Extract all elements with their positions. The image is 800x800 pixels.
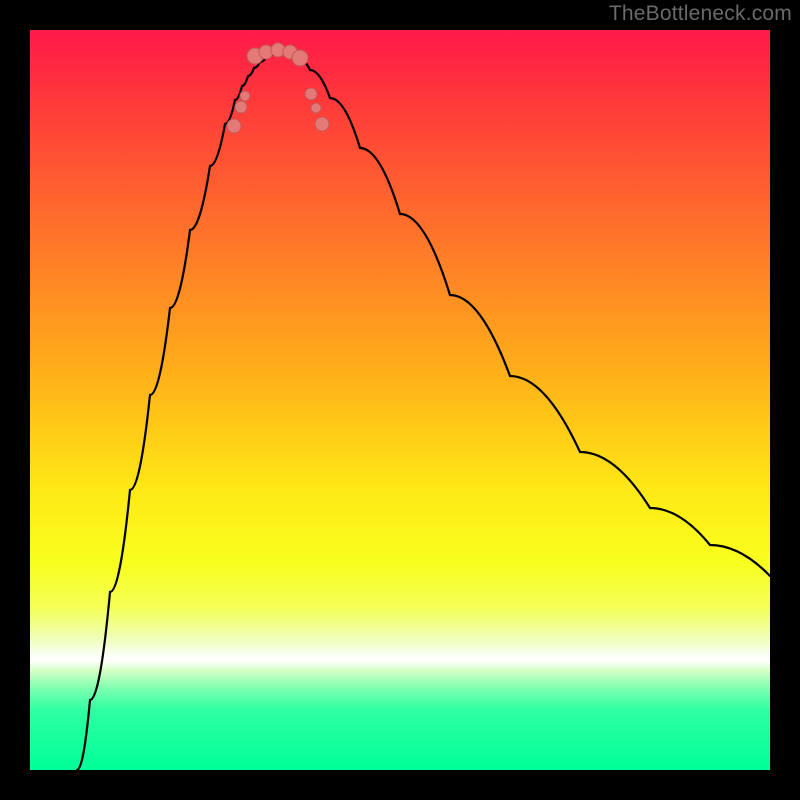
chart-svg — [30, 30, 770, 770]
watermark-text: TheBottleneck.com — [609, 2, 792, 26]
chart-frame: TheBottleneck.com — [0, 0, 800, 800]
data-marker — [240, 91, 250, 101]
data-marker — [311, 103, 321, 113]
plot-area — [30, 30, 770, 770]
data-marker — [227, 119, 241, 133]
curve-group — [77, 53, 770, 770]
curve-right — [298, 58, 770, 576]
curve-left — [77, 58, 266, 770]
data-marker — [292, 50, 308, 66]
data-marker — [235, 101, 247, 113]
data-marker — [315, 117, 329, 131]
data-marker — [305, 88, 317, 100]
